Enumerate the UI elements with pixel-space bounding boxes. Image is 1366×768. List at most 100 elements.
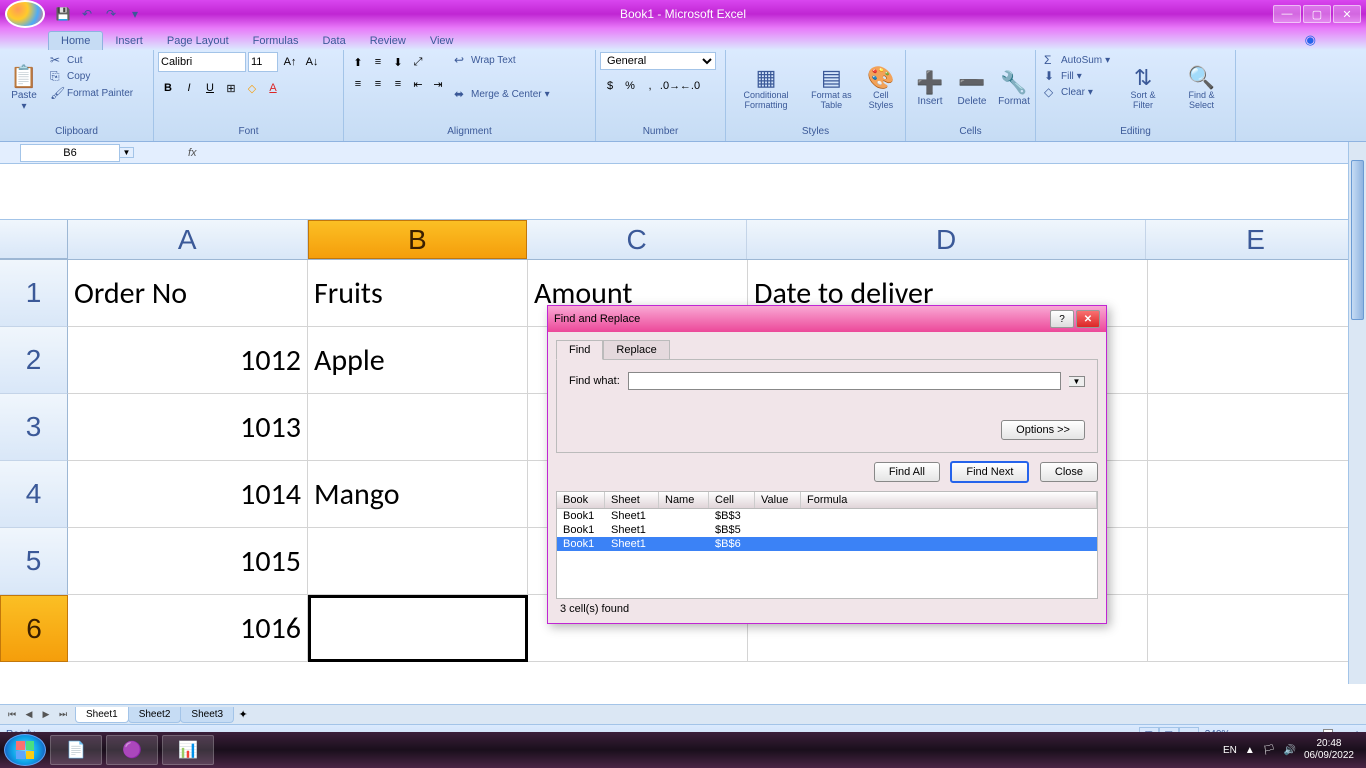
taskbar-word[interactable]: 📄 [50,735,102,765]
sheet-nav-next[interactable]: ▶ [38,707,54,723]
row-header-2[interactable]: 2 [0,327,68,394]
cell-E3[interactable] [1148,394,1366,461]
orientation-icon[interactable]: ⤢ [408,52,428,72]
sort-filter-button[interactable]: ⇅Sort & Filter [1116,52,1170,124]
cut-button[interactable]: ✂Cut [46,52,137,68]
tray-date[interactable]: 06/09/2022 [1304,750,1354,762]
col-header-C[interactable]: C [527,220,747,259]
dialog-close-btn[interactable]: Close [1040,462,1098,482]
results-col-cell[interactable]: Cell [709,492,755,508]
dialog-help-button[interactable]: ? [1050,310,1074,328]
cell-B3[interactable] [308,394,528,461]
cell-B5[interactable] [308,528,528,595]
row-header-6[interactable]: 6 [0,595,68,662]
indent-decrease-icon[interactable]: ⇤ [408,74,428,94]
taskbar-excel[interactable]: 📊 [162,735,214,765]
merge-center-button[interactable]: ⬌Merge & Center ▾ [450,86,554,102]
new-sheet-button[interactable]: ✦ [233,708,253,721]
tray-lang[interactable]: EN [1223,745,1237,756]
cell-A3[interactable]: 1013 [68,394,308,461]
tab-view[interactable]: View [418,32,466,50]
results-col-sheet[interactable]: Sheet [605,492,659,508]
minimize-button[interactable]: — [1273,5,1301,23]
result-row[interactable]: Book1Sheet1$B$3 [557,509,1097,523]
cell-E2[interactable] [1148,327,1366,394]
cell-A4[interactable]: 1014 [68,461,308,528]
tab-review[interactable]: Review [358,32,418,50]
percent-icon[interactable]: % [620,76,640,96]
shrink-font-icon[interactable]: A↓ [302,52,322,72]
name-box[interactable] [20,144,120,162]
formula-input[interactable] [211,145,1366,161]
number-format-select[interactable]: General [600,52,716,70]
help-icon[interactable]: ◉ [1305,32,1316,48]
scrollbar-thumb[interactable] [1351,160,1364,320]
tray-flag-icon[interactable]: 🏳 [1263,745,1276,756]
font-name-select[interactable] [158,52,246,72]
office-button[interactable] [5,0,45,28]
wrap-text-button[interactable]: ↩Wrap Text [450,52,554,68]
align-top-icon[interactable]: ⬆ [348,52,368,72]
redo-icon[interactable]: ↷ [101,4,121,24]
col-header-A[interactable]: A [68,220,308,259]
cell-B2[interactable]: Apple [308,327,528,394]
decrease-decimal-icon[interactable]: ←.0 [680,76,700,96]
find-next-button[interactable]: Find Next [950,461,1029,483]
tab-home[interactable]: Home [48,31,103,50]
col-header-E[interactable]: E [1146,220,1366,259]
find-what-dropdown[interactable]: ▼ [1069,376,1085,387]
align-left-icon[interactable]: ≡ [348,74,368,94]
border-button[interactable]: ⊞ [221,78,241,98]
underline-button[interactable]: U [200,78,220,98]
dialog-close-button[interactable]: ✕ [1076,310,1100,328]
results-col-name[interactable]: Name [659,492,709,508]
cell-E6[interactable] [1148,595,1366,662]
tray-sound-icon[interactable]: 🔊 [1283,745,1295,756]
fx-icon[interactable]: fx [182,145,203,161]
fill-button[interactable]: ⬇Fill ▾ [1040,68,1114,84]
paste-button[interactable]: 📋 Paste ▾ [4,52,44,124]
format-as-table-button[interactable]: ▤Format as Table [804,52,859,124]
indent-increase-icon[interactable]: ⇥ [428,74,448,94]
cell-B4[interactable]: Mango [308,461,528,528]
copy-button[interactable]: ⎘Copy [46,68,137,85]
bold-button[interactable]: B [158,78,178,98]
row-header-3[interactable]: 3 [0,394,68,461]
close-button[interactable]: ✕ [1333,5,1361,23]
result-row[interactable]: Book1Sheet1$B$6 [557,537,1097,551]
tray-show-icons[interactable]: ▲ [1245,745,1255,756]
options-button[interactable]: Options >> [1001,420,1085,440]
format-cells-button[interactable]: 🔧Format [994,52,1034,124]
find-all-button[interactable]: Find All [874,462,940,482]
taskbar-app[interactable]: 🟣 [106,735,158,765]
maximize-button[interactable]: ▢ [1303,5,1331,23]
tab-formulas[interactable]: Formulas [241,32,311,50]
align-middle-icon[interactable]: ≡ [368,52,388,72]
row-header-1[interactable]: 1 [0,260,68,327]
sheet-nav-prev[interactable]: ◀ [21,707,37,723]
vertical-scrollbar[interactable] [1348,142,1366,684]
dialog-tab-find[interactable]: Find [556,340,603,360]
tab-data[interactable]: Data [310,32,357,50]
qat-dropdown-icon[interactable]: ▾ [125,4,145,24]
italic-button[interactable]: I [179,78,199,98]
sheet-tab-3[interactable]: Sheet3 [180,707,234,723]
find-select-button[interactable]: 🔍Find & Select [1172,52,1231,124]
start-button[interactable] [4,734,46,766]
font-size-select[interactable] [248,52,278,72]
sheet-tab-1[interactable]: Sheet1 [75,707,129,723]
dialog-titlebar[interactable]: Find and Replace ? ✕ [548,306,1106,332]
cell-A1[interactable]: Order No [68,260,308,327]
cell-A5[interactable]: 1015 [68,528,308,595]
align-right-icon[interactable]: ≡ [388,74,408,94]
font-color-button[interactable]: A [263,78,283,98]
tab-insert[interactable]: Insert [103,32,155,50]
tray-time[interactable]: 20:48 [1304,738,1354,750]
autosum-button[interactable]: ΣAutoSum ▾ [1040,52,1114,68]
format-painter-button[interactable]: 🖌Format Painter [46,85,137,101]
results-col-formula[interactable]: Formula [801,492,1097,508]
grow-font-icon[interactable]: A↑ [280,52,300,72]
dialog-tab-replace[interactable]: Replace [603,340,669,360]
result-row[interactable]: Book1Sheet1$B$5 [557,523,1097,537]
align-center-icon[interactable]: ≡ [368,74,388,94]
